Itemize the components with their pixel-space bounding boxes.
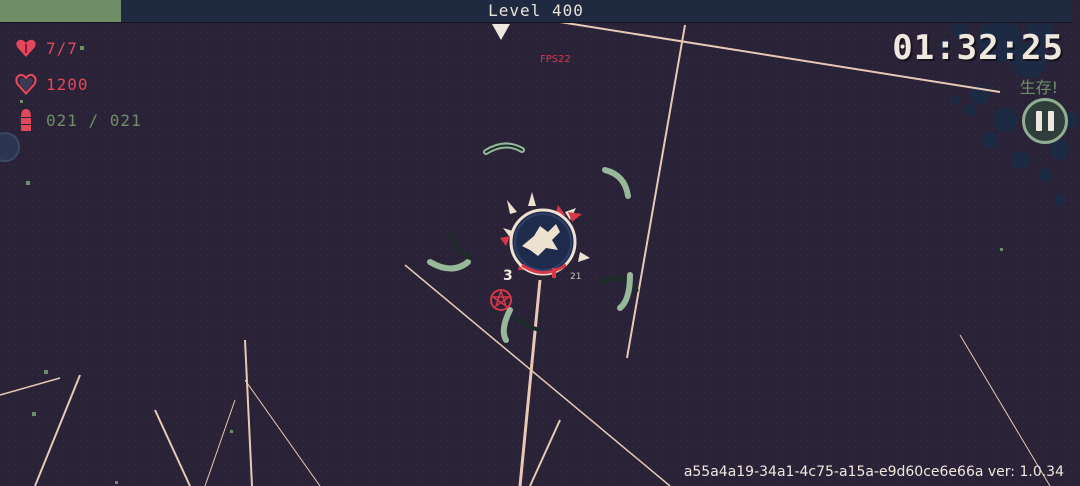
player-character bbox=[500, 192, 590, 278]
heart-icon bbox=[14, 36, 38, 60]
ammo-value: 021 / 021 bbox=[46, 110, 142, 130]
playfield: 3 21 bbox=[0, 16, 1078, 486]
shield-heart-icon bbox=[14, 72, 38, 96]
bullet-icon bbox=[14, 108, 38, 132]
xp-gems bbox=[20, 46, 1003, 484]
level-label: Level 400 bbox=[488, 1, 584, 20]
survival-timer: 01:32:25 bbox=[892, 28, 1064, 68]
pause-button[interactable] bbox=[1022, 98, 1068, 144]
pause-icon-bar-right bbox=[1048, 111, 1054, 131]
survive-label: 生存! bbox=[1019, 78, 1058, 97]
fps-counter: FPS22 bbox=[540, 54, 571, 65]
damage-number: 21 bbox=[570, 272, 581, 282]
level-marker-icon bbox=[492, 24, 510, 40]
hp-stat: 7/7 bbox=[14, 36, 78, 60]
ammo-stat: 021 / 021 bbox=[14, 108, 142, 132]
version-label: a55a4a19-34a1-4c75-a15a-e9d60ce6e66a ver… bbox=[683, 464, 1064, 480]
pentagram-pickup-icon bbox=[490, 288, 512, 311]
combo-count: 3 bbox=[503, 268, 513, 284]
hp-value: 7/7 bbox=[46, 38, 78, 58]
level-bar: Level 400 bbox=[0, 0, 1072, 23]
pause-icon-bar-left bbox=[1036, 111, 1042, 131]
shield-value: 1200 bbox=[46, 74, 89, 94]
shield-stat: 1200 bbox=[14, 72, 89, 96]
